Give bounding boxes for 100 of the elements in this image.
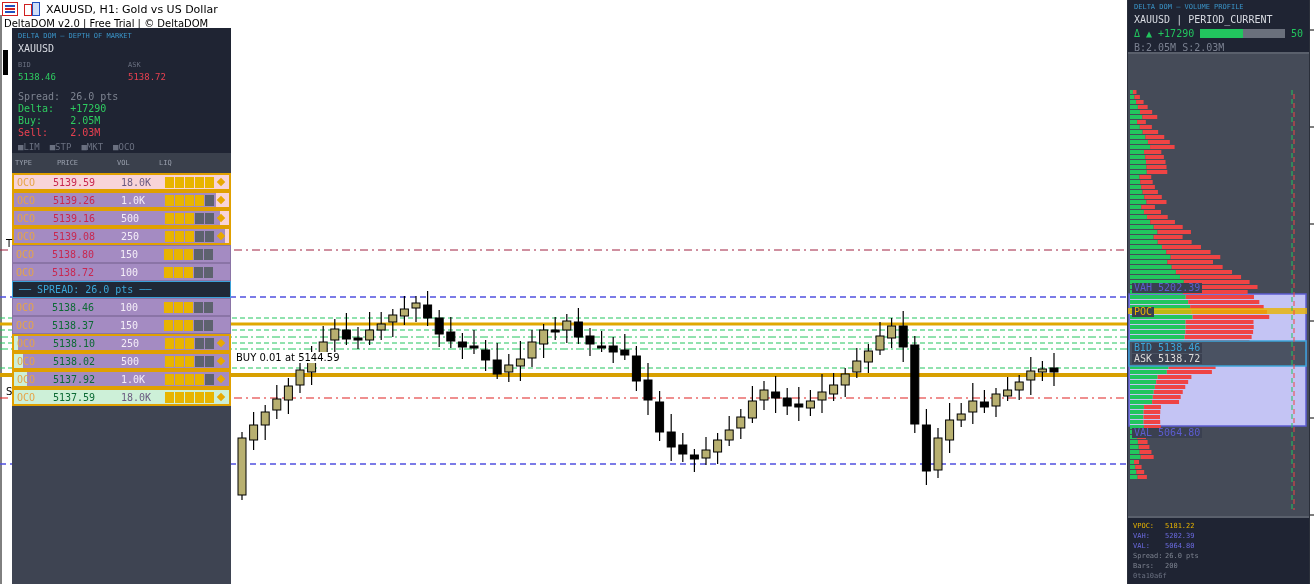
candle	[457, 332, 467, 360]
candle	[724, 415, 734, 447]
order-row[interactable]: OCO 5139.59 18.0K	[12, 173, 231, 191]
order-type: OCO	[17, 176, 37, 188]
order-volume: 1.0K	[121, 194, 147, 206]
chart-window-icon[interactable]	[24, 2, 40, 16]
candle	[991, 387, 1001, 418]
order-row[interactable]: OCO 5138.46 100	[12, 298, 231, 316]
candle	[805, 389, 815, 417]
candle	[573, 307, 583, 345]
candle	[399, 295, 409, 326]
candle	[643, 362, 653, 416]
order-row[interactable]: OCO 5139.16 500	[12, 209, 231, 227]
candle	[933, 427, 943, 479]
order-price: 5138.02	[53, 355, 97, 367]
candle	[237, 431, 247, 501]
candle	[492, 342, 502, 380]
candle	[689, 448, 699, 473]
order-row[interactable]: OCO 5139.08 250	[12, 227, 231, 245]
candle	[597, 330, 607, 353]
order-price: 5138.80	[52, 248, 96, 260]
legend-item: ■STP	[49, 142, 72, 152]
candle	[341, 312, 351, 346]
candle	[283, 377, 293, 415]
stat-value: 26.0 pts	[70, 91, 120, 103]
candle	[608, 336, 618, 364]
candle	[260, 404, 270, 441]
spread-label: ── SPREAD: 26.0 pts ──	[19, 284, 152, 295]
legend-item: ■LIM	[18, 142, 40, 152]
order-volume: 100	[120, 266, 140, 278]
stat-value: +17290	[70, 103, 108, 115]
candle	[701, 436, 711, 466]
order-volume: 18.0K	[121, 391, 153, 403]
ratio-value: 50	[1290, 28, 1303, 39]
candle	[376, 311, 386, 341]
order-type: OCO	[17, 212, 37, 224]
order-row[interactable]: OCO 5139.26 1.0K	[12, 191, 231, 209]
stat-label: Spread:	[18, 91, 61, 103]
candle	[863, 343, 873, 374]
order-price: 5138.37	[52, 319, 96, 331]
symbol-label: XAUUSD	[18, 43, 56, 54]
order-price: 5138.46	[52, 301, 96, 313]
order-volume: 100	[120, 301, 140, 313]
delta-value: Δ ▲ +17290	[1134, 28, 1195, 39]
candle	[829, 372, 839, 402]
stat-label: Buy:	[18, 115, 44, 127]
order-type: OCO	[17, 194, 37, 206]
order-row[interactable]: OCO 5138.37 150	[12, 316, 231, 334]
candle	[411, 295, 421, 323]
candle	[330, 318, 340, 353]
order-volume: 150	[120, 319, 140, 331]
order-type: OCO	[17, 391, 37, 403]
trade-label: BUY 0.01 at 5144.59	[236, 352, 340, 363]
order-volume: 250	[121, 337, 141, 349]
profile-marker: BID 5138.46	[1132, 343, 1203, 353]
order-price: 5138.72	[52, 266, 96, 278]
trade-label: T	[6, 238, 13, 249]
profile-marker: VAH 5202.39	[1132, 283, 1203, 293]
candle	[353, 326, 363, 350]
profile-marker: VAL 5064.80	[1132, 428, 1203, 438]
order-volume: 500	[121, 355, 141, 367]
candle	[759, 380, 769, 411]
candle	[1049, 352, 1059, 387]
candle	[446, 316, 456, 349]
order-type: OCO	[17, 230, 37, 242]
candle	[747, 385, 757, 424]
trade-label: S	[6, 386, 13, 397]
order-price: 5138.10	[53, 337, 97, 349]
order-volume: 150	[120, 248, 140, 260]
volume-summary: B:2.05M S:2.03M	[1134, 42, 1226, 53]
candle	[434, 309, 444, 348]
candle	[840, 367, 850, 398]
ask-price: 5138.72	[128, 72, 167, 82]
candle	[249, 411, 259, 451]
candle	[423, 290, 433, 327]
order-row[interactable]: OCO 5137.59 18.0K	[12, 388, 231, 406]
stat-label: Delta:	[18, 103, 56, 115]
order-price: 5139.26	[53, 194, 97, 206]
profile-marker: POC	[1132, 307, 1155, 317]
order-row[interactable]: OCO 5138.72 100	[12, 263, 231, 281]
order-row[interactable]: OCO 5138.80 150	[12, 245, 231, 263]
candle	[736, 408, 746, 440]
stat-value: 2.03M	[70, 127, 102, 139]
candle	[272, 384, 282, 420]
candle	[666, 413, 676, 462]
candle	[469, 329, 479, 355]
candle	[1014, 374, 1024, 401]
order-volume: 250	[121, 230, 141, 242]
order-price: 5139.59	[53, 176, 97, 188]
symbol-label: XAUUSD | PERIOD_CURRENT	[1134, 14, 1274, 25]
order-price: 5137.59	[53, 391, 97, 403]
candle	[875, 321, 885, 356]
candle	[527, 329, 537, 368]
candle	[365, 311, 375, 346]
candle	[1003, 376, 1013, 402]
order-volume: 18.0K	[121, 176, 153, 188]
list-icon[interactable]	[2, 2, 18, 16]
order-type: OCO	[16, 248, 36, 260]
order-price: 5137.92	[53, 373, 97, 385]
candle	[852, 347, 862, 379]
